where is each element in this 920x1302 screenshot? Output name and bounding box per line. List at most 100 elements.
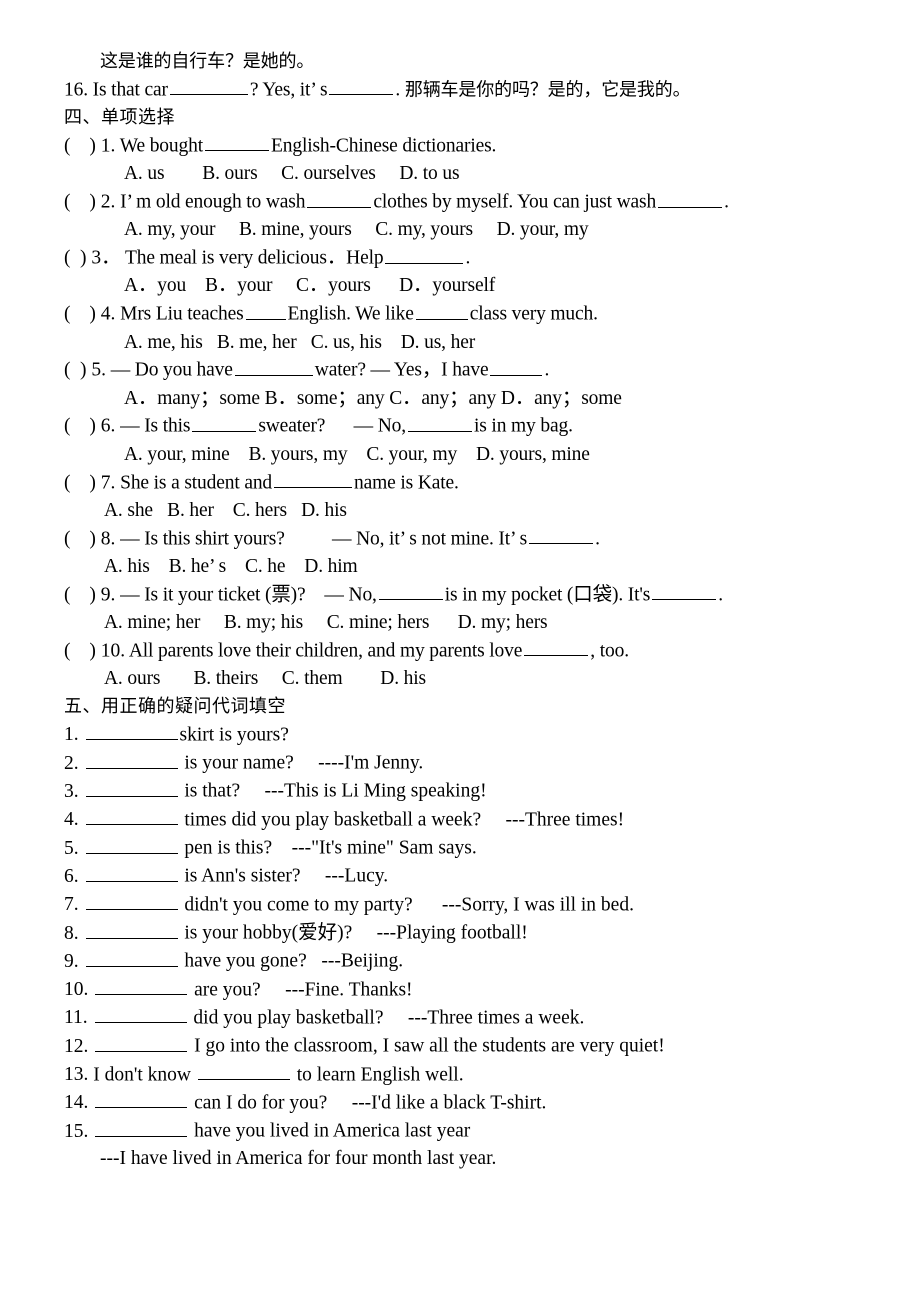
answer-blank[interactable] xyxy=(95,976,188,996)
answer-blank[interactable] xyxy=(85,891,178,911)
answer-blank[interactable] xyxy=(85,947,178,967)
question-16-translation: 那辆车是你的吗？是的，它是我的。 xyxy=(404,79,691,101)
intro-chinese-text: 这是谁的自行车？是她的。 xyxy=(100,51,315,72)
fill-item-13-text: to learn English well. xyxy=(291,1064,464,1086)
mcq-8-options[interactable]: A. his B. he’ s C. he D. him xyxy=(64,553,900,581)
mcq-10-options[interactable]: A. ours B. theirs C. them D. his xyxy=(64,665,900,693)
answer-blank[interactable] xyxy=(169,76,248,96)
answer-blank[interactable] xyxy=(658,188,723,208)
answer-blank[interactable] xyxy=(85,749,178,769)
mcq-3-options[interactable]: A．you B．your C．yours D．yourself xyxy=(64,272,900,300)
mcq-9-options[interactable]: A. mine; her B. my; his C. mine; hers D.… xyxy=(64,609,900,637)
answer-blank[interactable] xyxy=(85,777,178,797)
fill-item-6-text: is Ann's sister? ---Lucy. xyxy=(179,865,389,887)
mcq-3-bracket-open: ( xyxy=(64,247,71,269)
fill-item-9-text: have you gone? ---Beijing. xyxy=(179,950,404,972)
mcq-6-options[interactable]: A. your, mine B. yours, my C. your, my D… xyxy=(64,441,900,469)
mcq-10-bracket-open: ( xyxy=(64,640,71,662)
answer-blank[interactable] xyxy=(274,469,353,489)
answer-blank[interactable] xyxy=(85,834,178,854)
question-16-stem-a: Is that car xyxy=(92,79,168,101)
answer-blank[interactable] xyxy=(408,412,472,432)
mcq-4-bracket-open: ( xyxy=(64,303,71,325)
mcq-7-options[interactable]: A. she B. her C. hers D. his xyxy=(64,497,900,525)
mcq-1-stem-post: English-Chinese dictionaries. xyxy=(270,135,497,157)
answer-blank[interactable] xyxy=(329,76,394,96)
answer-blank[interactable] xyxy=(490,356,543,376)
fill-item-10-number: 10. xyxy=(64,979,89,1001)
answer-blank[interactable] xyxy=(85,919,178,939)
answer-blank[interactable] xyxy=(197,1061,290,1081)
mcq-7-stem-post: name is Kate. xyxy=(354,472,459,494)
mcq-5-stem-pre: — Do you have xyxy=(110,359,233,381)
fill-item-3-number: 3. xyxy=(64,780,79,802)
mcq-4-stem-mid: English. We like xyxy=(287,303,414,325)
answer-blank[interactable] xyxy=(652,581,717,601)
mcq-item-1: ( ) 1. We bought English-Chinese dictiona… xyxy=(64,132,900,160)
fill-item-8-number: 8. xyxy=(64,922,79,944)
answer-blank[interactable] xyxy=(524,637,589,657)
fill-item-11-text: did you play basketball? ---Three times … xyxy=(188,1007,585,1029)
answer-blank[interactable] xyxy=(529,525,594,545)
fill-item-2-text: is your name? ----I'm Jenny. xyxy=(179,752,424,774)
fill-item-15-number: 15. xyxy=(64,1120,89,1142)
mcq-7-stem-pre: She is a student and xyxy=(120,472,273,494)
fill-item-7: 7. didn't you come to my party? ---Sorry… xyxy=(64,891,900,919)
answer-blank[interactable] xyxy=(94,1004,187,1024)
mcq-10-stem-post: , too. xyxy=(590,640,629,662)
question-16-stem-c: . xyxy=(395,79,401,101)
fill-item-1-text: skirt is yours? xyxy=(179,724,289,746)
mcq-item-9: ( ) 9. — Is it your ticket (票)? — No, is … xyxy=(64,581,900,609)
mcq-6-bracket-open: ( xyxy=(64,415,71,437)
fill-item-11-number: 11. xyxy=(64,1007,88,1029)
section-five-heading: 五、用正确的疑问代词填空 xyxy=(64,693,900,721)
section-four-heading: 四、单项选择 xyxy=(64,104,900,132)
fill-item-2: 2. is your name? ----I'm Jenny. xyxy=(64,749,900,777)
mcq-8-bracket-close: ) 8. xyxy=(89,528,116,550)
answer-blank[interactable] xyxy=(85,806,178,826)
mcq-item-6: ( ) 6. — Is this sweater? — No, is in my b… xyxy=(64,412,900,440)
answer-blank[interactable] xyxy=(192,412,257,432)
fill-item-6-number: 6. xyxy=(64,865,79,887)
mcq-6-stem-pre: — Is this xyxy=(120,415,191,437)
answer-blank[interactable] xyxy=(378,581,443,601)
mcq-9-stem-post: . xyxy=(718,584,723,606)
mcq-item-5: ( ) 5. — Do you have water? — Yes，I have. xyxy=(64,356,900,384)
question-16: 16. Is that car ? Yes, it’ s. 那辆车是你的吗？是的，… xyxy=(64,76,900,104)
fill-item-10-text: are you? ---Fine. Thanks! xyxy=(189,979,413,1001)
answer-blank[interactable] xyxy=(307,188,372,208)
fill-item-15: 15. have you lived in America last year xyxy=(64,1117,900,1145)
fill-item-9-number: 9. xyxy=(64,950,79,972)
answer-blank[interactable] xyxy=(415,300,468,320)
mcq-item-10: ( ) 10. All parents love their children,… xyxy=(64,637,900,665)
fill-item-14: 14. can I do for you? ---I'd like a blac… xyxy=(64,1089,900,1117)
mcq-8-bracket-open: ( xyxy=(64,528,71,550)
answer-blank[interactable] xyxy=(85,862,178,882)
mcq-2-stem-mid: clothes by myself. You can just wash xyxy=(373,191,657,213)
fill-item-14-number: 14. xyxy=(64,1092,89,1114)
mcq-2-stem-pre: I’ m old enough to wash xyxy=(120,191,306,213)
fill-item-12-text: I go into the classroom, I saw all the s… xyxy=(189,1035,665,1057)
answer-blank[interactable] xyxy=(204,132,269,152)
answer-blank[interactable] xyxy=(95,1032,188,1052)
answer-blank[interactable] xyxy=(95,1089,188,1109)
fill-item-4: 4. times did you play basketball a week?… xyxy=(64,806,900,834)
answer-blank[interactable] xyxy=(85,721,178,741)
mcq-6-bracket-close: ) 6. xyxy=(89,415,116,437)
question-16-number: 16. xyxy=(64,79,88,101)
answer-blank[interactable] xyxy=(234,356,313,376)
fill-item-2-number: 2. xyxy=(64,752,79,774)
answer-blank[interactable] xyxy=(385,244,464,264)
fill-item-10: 10. are you? ---Fine. Thanks! xyxy=(64,976,900,1004)
mcq-1-options[interactable]: A. us B. ours C. ourselves D. to us xyxy=(64,160,900,188)
answer-blank[interactable] xyxy=(245,300,286,320)
mcq-5-options[interactable]: A．many；some B．some；any C．any；any D．any；s… xyxy=(64,385,900,413)
fill-item-15-text: have you lived in America last year xyxy=(189,1120,471,1142)
answer-blank[interactable] xyxy=(95,1117,188,1137)
fill-item-7-number: 7. xyxy=(64,894,79,916)
mcq-2-options[interactable]: A. my, your B. mine, yours C. my, yours … xyxy=(64,216,900,244)
mcq-3-bracket-close: ) 3． xyxy=(79,247,121,269)
fill-item-12-number: 12. xyxy=(64,1035,89,1057)
fill-item-13-text-pre: I don't know xyxy=(93,1064,196,1086)
mcq-4-options[interactable]: A. me, his B. me, her C. us, his D. us, … xyxy=(64,329,900,357)
